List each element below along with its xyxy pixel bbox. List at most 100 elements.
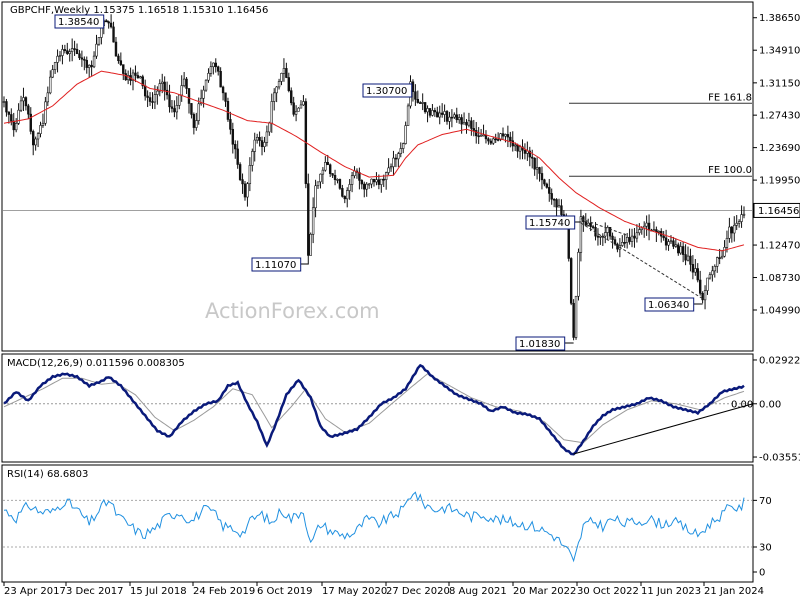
time-tick-label-7: 8 Aug 2021 [449,586,507,597]
candle-body-down [136,75,140,79]
fib-level-label-0: FE 161.8 [708,92,752,103]
candle-body-up [2,101,6,103]
candle-body-down [170,106,174,109]
candle-body-down [75,48,79,55]
candle-body-up [302,101,305,106]
candle-body-down [411,81,415,92]
candle-body-down [343,196,346,200]
candle-body-up [321,169,325,175]
candle-body-up [280,72,283,82]
candle-body-down [187,88,191,104]
candle-body-down [236,148,239,165]
candle-body-up [139,76,142,79]
candle-body-up [178,94,181,106]
candle-body-down [5,101,8,113]
candle-body-down [419,102,422,104]
candle [577,248,580,301]
candle-body-up [212,62,215,68]
candle-body-down [572,302,575,338]
candle-body-up [41,122,45,126]
candle-body-down [363,183,366,190]
candle-body-down [560,205,563,215]
candle-body-up [453,114,456,118]
candle-body-down [718,257,721,259]
candle-body-up [95,43,98,57]
candle-body-down [698,279,702,294]
time-tick-label-1: 3 Dec 2017 [66,586,124,597]
candle-body-up [353,170,356,177]
candle-body-up [370,178,373,185]
time-tick-label-8: 20 Mar 2022 [513,586,576,597]
candle-body-down [258,136,261,141]
candle-body-down [584,221,587,226]
candle-body-up [380,178,383,185]
candle-body-up [577,251,580,297]
candle-body-up [324,162,327,171]
price-label-1: 1.11070 [251,257,309,272]
candle-body-down [32,131,35,146]
candle-body-up [70,48,74,52]
candle-body-down [241,179,244,185]
price-label-0: 1.38540 [54,14,109,29]
candle-body-up [686,255,690,261]
candle-body-up [246,183,249,198]
candle-body-up [737,221,741,224]
candle-body-down [12,120,15,131]
candle-body-up [479,134,483,137]
candle-body-down [633,235,636,239]
candle-body-up [316,181,320,187]
candle-body-down [333,175,337,181]
candle-body-down [360,180,364,185]
candle-body-down [487,138,490,142]
candle-body-down [231,129,235,145]
rsi-label: RSI(14) 68.6803 [7,469,88,480]
candle-body-up [711,270,714,276]
price-tick-label-4: 1.23690 [759,143,800,154]
rsi-tick-label-0: 70 [759,496,772,507]
candle-body-down [414,91,417,100]
price-tick-label-0: 1.38650 [759,13,800,24]
candle-body-down [509,136,512,142]
candle-body-up [209,66,213,74]
candle [574,295,578,340]
price-tick-label-3: 1.27430 [759,111,800,122]
candle-body-down [511,140,514,147]
candle-body-up [448,116,451,122]
candle-body-down [460,117,463,125]
candle-body-down [475,130,478,137]
time-tick-label-6: 27 Dec 2020 [386,586,450,597]
candle-body-up [299,104,303,109]
time-tick-label-5: 17 May 2020 [322,586,387,597]
price-tick-label-1: 1.34910 [759,46,800,57]
candle-body-down [290,90,293,104]
candle-body-down [377,179,381,185]
candle-body-up [263,142,266,147]
candle-body-up [248,165,252,185]
candle-body-down [63,49,67,51]
candle-body-up [735,222,738,226]
candle-body-down [611,235,614,240]
candle-body-up [46,92,50,103]
candle-body-up [713,266,716,272]
candle-body-down [428,108,432,116]
candle-body-up [457,117,461,121]
candle-body-up [275,86,278,94]
candle-body-up [97,37,101,45]
candle-body-up [268,122,271,133]
candle-body-down [455,114,458,121]
price-label-text: 1.06340 [648,300,689,311]
candle-body-up [504,134,507,137]
price-tick-label-5: 1.19950 [759,176,800,187]
candle-body-up [44,101,47,124]
candle-body-up [19,100,23,111]
rsi-tick-label-1: 30 [759,543,772,554]
candle-body-up [367,183,371,186]
candle-body-up [309,233,312,256]
candle-body-up [640,227,643,230]
candle-body-down [117,55,120,61]
candle-body-down [545,183,549,188]
candle-body-down [501,133,505,137]
candle-body-down [628,237,631,242]
candle-body-down [445,111,449,122]
price-tick-label-7: 1.08730 [759,273,800,284]
